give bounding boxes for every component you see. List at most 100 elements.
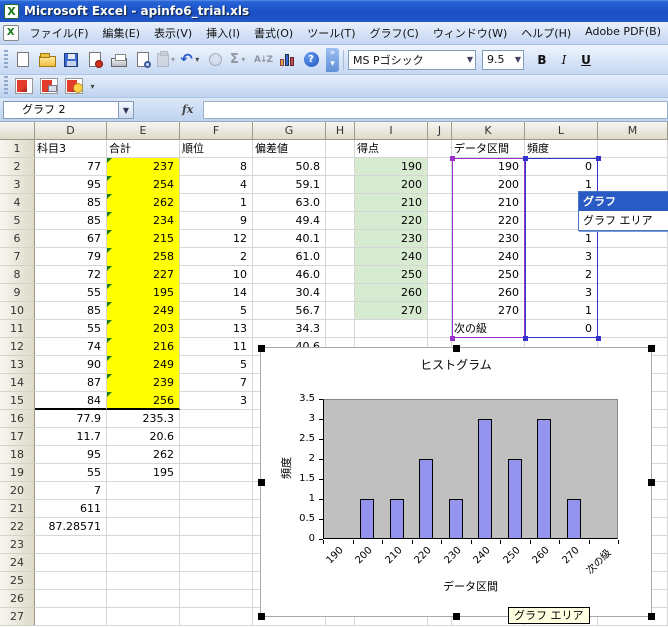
chart-selection-handle[interactable] <box>258 479 265 486</box>
chart-selection-handle[interactable] <box>648 345 655 352</box>
save-icon[interactable] <box>60 49 82 71</box>
select-all-corner[interactable] <box>0 122 35 140</box>
row-header-5[interactable]: 5 <box>0 212 35 230</box>
cell-E9[interactable]: 195 <box>107 284 180 302</box>
bold-button[interactable]: B <box>532 50 552 70</box>
cell-G1[interactable]: 偏差値 <box>253 140 326 158</box>
cell-F20[interactable] <box>180 482 253 500</box>
chart-selection-handle[interactable] <box>453 345 460 352</box>
cell-E25[interactable] <box>107 572 180 590</box>
cell-E17[interactable]: 20.6 <box>107 428 180 446</box>
bar-250[interactable] <box>508 459 522 539</box>
cell-E16[interactable]: 235.3 <box>107 410 180 428</box>
cell-M10[interactable] <box>598 302 668 320</box>
cell-D27[interactable] <box>35 608 107 626</box>
chart-selection-handle[interactable] <box>258 613 265 620</box>
name-box[interactable]: グラフ 2 <box>3 101 119 119</box>
cell-H5[interactable] <box>326 212 355 230</box>
cell-D22[interactable]: 87.28571 <box>35 518 107 536</box>
cell-H11[interactable] <box>326 320 355 338</box>
cell-M7[interactable] <box>598 248 668 266</box>
popup-item-2[interactable]: グラフ エリア <box>579 211 668 230</box>
cell-F5[interactable]: 9 <box>180 212 253 230</box>
cell-G4[interactable]: 63.0 <box>253 194 326 212</box>
cell-F7[interactable]: 2 <box>180 248 253 266</box>
row-header-27[interactable]: 27 <box>0 608 35 626</box>
cell-D4[interactable]: 85 <box>35 194 107 212</box>
column-header-M[interactable]: M <box>598 122 668 140</box>
cell-D11[interactable]: 55 <box>35 320 107 338</box>
cell-I7[interactable]: 240 <box>355 248 428 266</box>
cell-I9[interactable]: 260 <box>355 284 428 302</box>
cell-E13[interactable]: 249 <box>107 356 180 374</box>
cell-D1[interactable]: 科目3 <box>35 140 107 158</box>
column-header-K[interactable]: K <box>452 122 525 140</box>
font-name-combo[interactable]: MS Pゴシック ▼ <box>348 50 476 70</box>
cell-E27[interactable] <box>107 608 180 626</box>
cell-E3[interactable]: 254 <box>107 176 180 194</box>
menu-item-6[interactable]: ツール(T) <box>300 22 362 44</box>
cell-D10[interactable]: 85 <box>35 302 107 320</box>
cell-M6[interactable] <box>598 230 668 248</box>
cell-J2[interactable] <box>428 158 452 176</box>
cell-E26[interactable] <box>107 590 180 608</box>
menu-item-2[interactable]: 編集(E) <box>96 22 148 44</box>
cell-E18[interactable]: 262 <box>107 446 180 464</box>
row-header-6[interactable]: 6 <box>0 230 35 248</box>
permission-icon[interactable] <box>84 49 106 71</box>
insert-function-icon[interactable]: fx <box>182 103 193 116</box>
bar-270[interactable] <box>567 499 581 539</box>
cell-G10[interactable]: 56.7 <box>253 302 326 320</box>
cell-J11[interactable] <box>428 320 452 338</box>
cell-D17[interactable]: 11.7 <box>35 428 107 446</box>
cell-D23[interactable] <box>35 536 107 554</box>
cell-I4[interactable]: 210 <box>355 194 428 212</box>
cell-F16[interactable] <box>180 410 253 428</box>
cell-J5[interactable] <box>428 212 452 230</box>
column-header-I[interactable]: I <box>355 122 428 140</box>
cell-I1[interactable]: 得点 <box>355 140 428 158</box>
row-header-19[interactable]: 19 <box>0 464 35 482</box>
column-header-J[interactable]: J <box>428 122 452 140</box>
cell-J7[interactable] <box>428 248 452 266</box>
column-header-E[interactable]: E <box>107 122 180 140</box>
column-header-F[interactable]: F <box>180 122 253 140</box>
formula-input[interactable] <box>203 101 668 119</box>
cell-H9[interactable] <box>326 284 355 302</box>
paste-icon[interactable]: ▾ <box>156 49 178 71</box>
cell-M1[interactable] <box>598 140 668 158</box>
hyperlink-icon[interactable] <box>204 49 226 71</box>
cell-F17[interactable] <box>180 428 253 446</box>
cell-E15[interactable]: 256 <box>107 392 180 410</box>
menu-item-3[interactable]: 表示(V) <box>147 22 199 44</box>
bar-260[interactable] <box>537 419 551 539</box>
row-header-15[interactable]: 15 <box>0 392 35 410</box>
cell-D16[interactable]: 77.9 <box>35 410 107 428</box>
cell-D12[interactable]: 74 <box>35 338 107 356</box>
cell-D3[interactable]: 95 <box>35 176 107 194</box>
cell-E19[interactable]: 195 <box>107 464 180 482</box>
cell-D26[interactable] <box>35 590 107 608</box>
cell-H2[interactable] <box>326 158 355 176</box>
cell-I3[interactable]: 200 <box>355 176 428 194</box>
cell-H10[interactable] <box>326 302 355 320</box>
print-preview-icon[interactable] <box>132 49 154 71</box>
cell-M9[interactable] <box>598 284 668 302</box>
cell-E8[interactable]: 227 <box>107 266 180 284</box>
cell-E20[interactable] <box>107 482 180 500</box>
cell-F12[interactable]: 11 <box>180 338 253 356</box>
menu-item-8[interactable]: ウィンドウ(W) <box>426 22 514 44</box>
cell-E12[interactable]: 216 <box>107 338 180 356</box>
cell-D24[interactable] <box>35 554 107 572</box>
cell-L1[interactable]: 頻度 <box>525 140 598 158</box>
cell-E7[interactable]: 258 <box>107 248 180 266</box>
cell-F24[interactable] <box>180 554 253 572</box>
cell-F21[interactable] <box>180 500 253 518</box>
cell-D14[interactable]: 87 <box>35 374 107 392</box>
cell-J3[interactable] <box>428 176 452 194</box>
cell-F10[interactable]: 5 <box>180 302 253 320</box>
cell-F25[interactable] <box>180 572 253 590</box>
cell-H7[interactable] <box>326 248 355 266</box>
chart-selection-handle[interactable] <box>258 345 265 352</box>
cell-G6[interactable]: 40.1 <box>253 230 326 248</box>
